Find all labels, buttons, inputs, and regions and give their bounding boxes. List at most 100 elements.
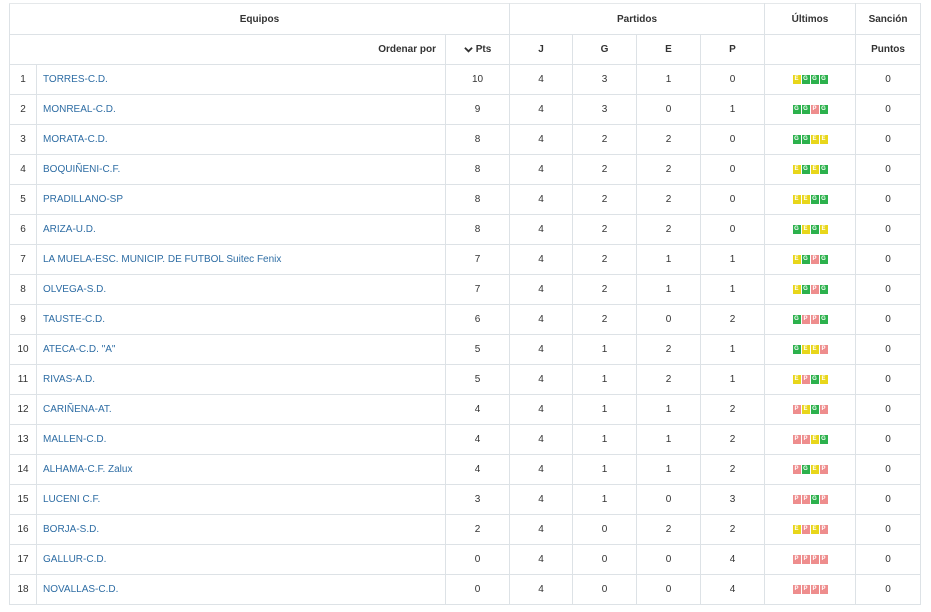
played-cell: 4 (509, 484, 573, 515)
lost-cell: 1 (699, 364, 766, 395)
won-cell: 3 (572, 94, 637, 125)
won-cell: 0 (572, 574, 637, 605)
team-link[interactable]: MORATA-C.D. (43, 134, 108, 145)
team-cell: TAUSTE-C.D. (36, 304, 446, 335)
result-badge: G (792, 104, 801, 114)
team-link[interactable]: TAUSTE-C.D. (43, 314, 105, 325)
result-badge: G (801, 134, 810, 144)
header-p: P (699, 34, 766, 65)
sancion-cell: 0 (855, 94, 922, 125)
table-row: 14 ALHAMA-C.F. Zalux 4 4 1 1 2 P G E P 0 (9, 454, 922, 485)
result-badge: E (801, 344, 810, 354)
played-cell: 4 (509, 124, 573, 155)
header-sancion: Sanción (855, 3, 922, 35)
last-results-cell: EGEG (764, 154, 857, 185)
drawn-cell: 2 (636, 154, 701, 185)
table-row: 18 NOVALLAS-C.D. 0 4 0 0 4 P P P P 0 (9, 574, 922, 605)
result-badge: E (792, 284, 801, 294)
played-cell: 4 (509, 514, 573, 545)
sancion-cell: 0 (855, 244, 922, 275)
result-badge: E (801, 224, 810, 234)
team-cell: BORJA-S.D. (36, 514, 446, 545)
won-cell: 1 (572, 454, 637, 485)
lost-cell: 2 (699, 514, 766, 545)
team-link[interactable]: BOQUIÑENI-C.F. (43, 164, 120, 175)
lost-cell: 0 (699, 64, 766, 95)
last-results: GEEP (792, 344, 828, 354)
last-results-cell: PPPP (764, 574, 857, 605)
result-badge: E (819, 224, 828, 234)
result-badge: P (810, 314, 819, 324)
drawn-cell: 1 (636, 394, 701, 425)
team-link[interactable]: NOVALLAS-C.D. (43, 584, 118, 595)
team-link[interactable]: PRADILLANO-SP (43, 194, 123, 205)
result-badge: P (819, 554, 828, 564)
won-cell: 0 (572, 514, 637, 545)
table-row: 2 MONREAL-C.D. 9 4 3 0 1 G G P G 0 (9, 94, 922, 125)
won-cell: 1 (572, 364, 637, 395)
result-badge: P (792, 404, 801, 414)
table-row: 11 RIVAS-A.D. 5 4 1 2 1 E P G E 0 (9, 364, 922, 395)
position-cell: 3 (9, 124, 37, 155)
header-puntos: Puntos (855, 34, 922, 65)
result-badge: P (819, 494, 828, 504)
result-badge: G (792, 134, 801, 144)
sort-by-pts-button[interactable]: Pts (445, 34, 510, 65)
won-cell: 1 (572, 334, 637, 365)
team-link[interactable]: TORRES-C.D. (43, 74, 108, 85)
last-results: EEGG (792, 194, 828, 204)
result-badge: P (801, 434, 810, 444)
team-cell: MONREAL-C.D. (36, 94, 446, 125)
team-link[interactable]: MONREAL-C.D. (43, 104, 116, 115)
result-badge: E (810, 464, 819, 474)
result-badge: G (792, 224, 801, 234)
result-badge: P (810, 584, 819, 594)
last-results: EGEG (792, 164, 828, 174)
team-link[interactable]: CARIÑENA-AT. (43, 404, 112, 415)
lost-cell: 1 (699, 94, 766, 125)
team-link[interactable]: ALHAMA-C.F. Zalux (43, 464, 132, 475)
team-link[interactable]: LUCENI C.F. (43, 494, 100, 505)
team-link[interactable]: ARIZA-U.D. (43, 224, 96, 235)
played-cell: 4 (509, 64, 573, 95)
team-link[interactable]: ATECA-C.D. "A" (43, 344, 115, 355)
team-link[interactable]: BORJA-S.D. (43, 524, 99, 535)
result-badge: P (810, 284, 819, 294)
table-row: 3 MORATA-C.D. 8 4 2 2 0 G G E E 0 (9, 124, 922, 155)
points-cell: 8 (445, 184, 510, 215)
team-cell: NOVALLAS-C.D. (36, 574, 446, 605)
result-badge: G (819, 104, 828, 114)
lost-cell: 1 (699, 334, 766, 365)
result-badge: P (801, 524, 810, 534)
team-cell: OLVEGA-S.D. (36, 274, 446, 305)
drawn-cell: 0 (636, 304, 701, 335)
sancion-cell: 0 (855, 214, 922, 245)
position-cell: 11 (9, 364, 37, 395)
result-badge: G (810, 194, 819, 204)
result-badge: P (801, 494, 810, 504)
points-cell: 10 (445, 64, 510, 95)
team-cell: MALLEN-C.D. (36, 424, 446, 455)
team-link[interactable]: RIVAS-A.D. (43, 374, 95, 385)
sancion-cell: 0 (855, 154, 922, 185)
last-results: GGEE (792, 134, 828, 144)
team-link[interactable]: MALLEN-C.D. (43, 434, 106, 445)
last-results-cell: PPPP (764, 544, 857, 575)
drawn-cell: 2 (636, 214, 701, 245)
lost-cell: 4 (699, 574, 766, 605)
team-link[interactable]: LA MUELA-ESC. MUNICIP. DE FUTBOL Suitec … (43, 254, 281, 265)
result-badge: P (819, 404, 828, 414)
points-cell: 3 (445, 484, 510, 515)
result-badge: P (819, 464, 828, 474)
table-row: 7 LA MUELA-ESC. MUNICIP. DE FUTBOL Suitec… (9, 244, 922, 275)
points-cell: 9 (445, 94, 510, 125)
lost-cell: 1 (699, 244, 766, 275)
header-partidos: Partidos (508, 3, 766, 35)
won-cell: 2 (572, 124, 637, 155)
played-cell: 4 (509, 244, 573, 275)
team-link[interactable]: GALLUR-C.D. (43, 554, 106, 565)
team-link[interactable]: OLVEGA-S.D. (43, 284, 106, 295)
header-g: G (572, 34, 637, 65)
team-cell: ATECA-C.D. "A" (36, 334, 446, 365)
team-cell: LA MUELA-ESC. MUNICIP. DE FUTBOL Suitec … (36, 244, 446, 275)
